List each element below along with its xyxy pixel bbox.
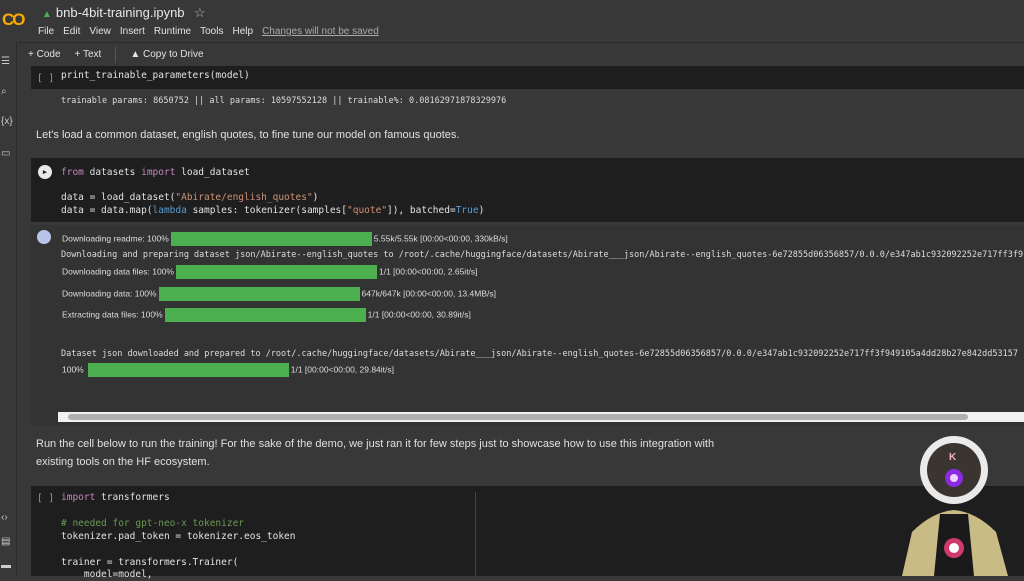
drive-icon: ▲ xyxy=(42,9,52,20)
progress-bar xyxy=(87,363,289,377)
done-message: Dataset json downloaded and prepared to … xyxy=(61,349,1018,359)
scrollbar-thumb[interactable] xyxy=(68,414,968,420)
menu-runtime[interactable]: Runtime xyxy=(154,26,191,37)
code-cell-2[interactable]: ▶ from datasets import load_dataset data… xyxy=(31,158,1024,222)
menu-file[interactable]: File xyxy=(38,26,54,37)
star-icon[interactable]: ☆ xyxy=(194,5,206,21)
progress-bar xyxy=(176,265,377,279)
run-cell-button[interactable]: [ ] xyxy=(37,73,54,84)
files-icon[interactable]: ▭ xyxy=(1,148,10,159)
add-text-button[interactable]: + Text xyxy=(75,49,102,60)
text-cell-1: Let's load a common dataset, english quo… xyxy=(36,129,460,141)
menu-tools[interactable]: Tools xyxy=(200,26,223,37)
code-line: trainer = transformers.Trainer( xyxy=(61,557,239,568)
command-palette-icon[interactable]: ▤ xyxy=(1,536,10,547)
toolbar: + Code + Text ▲ Copy to Drive xyxy=(18,42,1024,66)
progress-bar xyxy=(158,287,360,301)
progress-final: 100% 1/1 [00:00<00:00, 29.84it/s] xyxy=(62,363,394,377)
add-code-button[interactable]: + Code xyxy=(28,49,61,60)
menu-help[interactable]: Help xyxy=(232,26,253,37)
drive-icon: ▲ xyxy=(130,49,143,60)
menu-insert[interactable]: Insert xyxy=(120,26,145,37)
code-line: tokenizer.pad_token = tokenizer.eos_toke… xyxy=(61,531,296,542)
terminal-icon[interactable]: ▬ xyxy=(1,560,11,571)
horizontal-scrollbar[interactable] xyxy=(58,412,1024,422)
code-cell-3[interactable]: [ ] import transformers # needed for gpt… xyxy=(31,486,1024,580)
menu-edit[interactable]: Edit xyxy=(63,26,80,37)
copy-to-drive-button[interactable]: ▲ Copy to Drive xyxy=(130,49,203,60)
cell-output: trainable params: 8650752 || all params:… xyxy=(61,96,507,106)
code-line: data = load_dataset("Abirate/english_quo… xyxy=(61,192,319,203)
sidebar: ☰ ⌕ {x} ▭ ‹› ▤ ▬ xyxy=(0,42,17,576)
progress-extract: Extracting data files: 100% 1/1 [00:00<00… xyxy=(62,308,471,322)
menu-bar: File Edit View Insert Runtime Tools Help… xyxy=(38,26,379,37)
avatar-letter: K xyxy=(949,452,957,463)
toolbar-divider xyxy=(115,46,117,63)
code-line: from datasets import load_dataset xyxy=(61,167,250,178)
code-line: data = data.map(lambda samples: tokenize… xyxy=(61,205,485,216)
progress-bar xyxy=(170,232,372,246)
progress-data: Downloading data: 100% 647k/647k [00:00<0… xyxy=(62,287,496,301)
search-icon[interactable]: ⌕ xyxy=(1,86,7,97)
code-line: model=model, xyxy=(61,569,153,580)
cell-divider xyxy=(475,492,476,576)
text-cell-2: Run the cell below to run the training! … xyxy=(36,438,715,468)
code-comment: # needed for gpt-neo-x tokenizer xyxy=(61,518,245,529)
header: CO ▲ bnb-4bit-training.ipynb ☆ File Edit … xyxy=(0,0,1024,42)
progress-readme: Downloading readme: 100% 5.55k/5.55k [00:… xyxy=(62,232,508,246)
menu-view[interactable]: View xyxy=(89,26,111,37)
title-text[interactable]: bnb-4bit-training.ipynb xyxy=(56,5,185,20)
prepare-message: Downloading and preparing dataset json/A… xyxy=(61,250,1024,260)
code-line: import transformers xyxy=(61,492,170,503)
colab-logo[interactable]: CO xyxy=(2,10,25,30)
code-line: print_trainable_parameters(model) xyxy=(61,70,250,81)
output-status-icon xyxy=(37,230,51,244)
toc-icon[interactable]: ☰ xyxy=(1,56,10,67)
code-snippets-icon[interactable]: ‹› xyxy=(1,512,8,523)
run-cell-button[interactable]: ▶ xyxy=(38,165,52,179)
copy-label: Copy to Drive xyxy=(143,49,204,60)
run-cell-button[interactable]: [ ] xyxy=(37,493,54,504)
progress-data-files: Downloading data files: 100% 1/1 [00:00<0… xyxy=(62,265,478,279)
variables-icon[interactable]: {x} xyxy=(1,116,13,127)
unsaved-link[interactable]: Changes will not be saved xyxy=(262,26,379,37)
notebook-title[interactable]: ▲ bnb-4bit-training.ipynb xyxy=(42,5,185,20)
code-cell-1[interactable]: [ ] print_trainable_parameters(model) xyxy=(31,66,1024,89)
presenter-avatar: K xyxy=(892,432,1024,576)
progress-bar xyxy=(164,308,366,322)
